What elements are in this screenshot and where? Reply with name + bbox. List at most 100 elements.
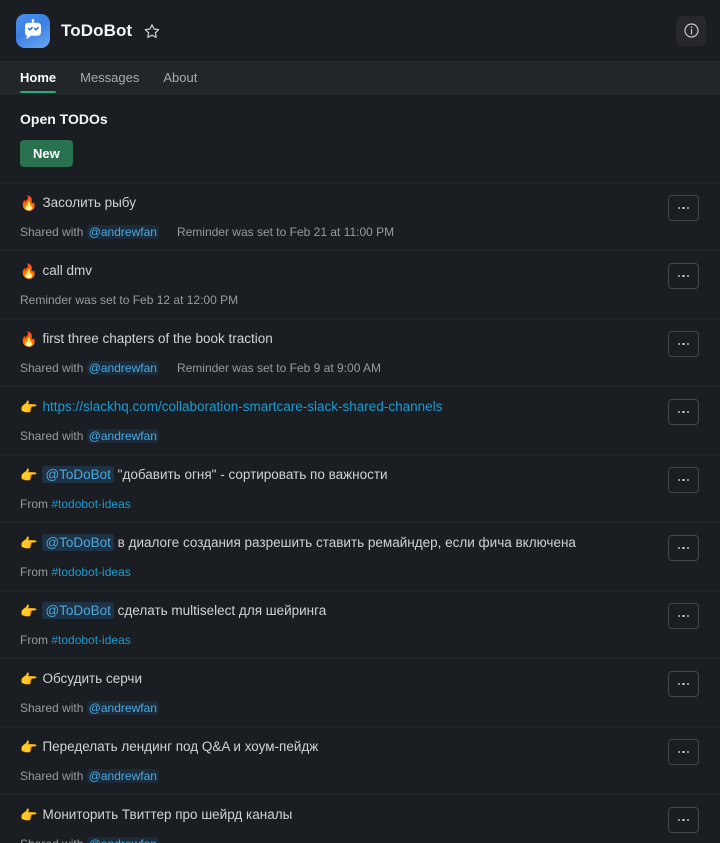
user-mention[interactable]: @andrewfan xyxy=(86,837,159,843)
todo-title-row: 🔥 first three chapters of the book tracti… xyxy=(20,329,658,349)
meta-text: Reminder was set to Feb 9 at 9:00 AM xyxy=(176,361,382,375)
ellipsis-icon[interactable] xyxy=(668,195,699,221)
todo-title: Мониторить Твиттер про шейрд каналы xyxy=(42,807,293,822)
tab-home-label: Home xyxy=(20,70,57,85)
tab-about-label: About xyxy=(163,70,198,85)
pointing-hand-emoji-icon: 👉 xyxy=(20,603,38,619)
ellipsis-icon[interactable] xyxy=(668,807,699,833)
tab-about[interactable]: About xyxy=(151,62,209,93)
user-mention[interactable]: @andrewfan xyxy=(86,429,159,443)
pointing-hand-emoji-icon: 👉 xyxy=(20,739,38,755)
todo-title: Засолить рыбу xyxy=(42,195,136,210)
fire-emoji-icon: 🔥 xyxy=(20,195,38,211)
meta-text: Shared with xyxy=(20,225,87,239)
todo-meta: Shared with @andrewfan xyxy=(20,836,658,843)
pointing-hand-emoji-icon: 👉 xyxy=(20,671,38,687)
bot-mention[interactable]: @ToDoBot xyxy=(42,534,114,551)
ellipsis-icon[interactable] xyxy=(668,399,699,425)
new-button-row: New xyxy=(0,127,720,182)
channel-link[interactable]: #todobot-ideas xyxy=(51,633,130,647)
todo-title-row: 👉 @ToDoBot "добавить огня" - сортировать … xyxy=(20,465,658,485)
todo-meta: Shared with @andrewfan xyxy=(20,428,658,444)
todo-link[interactable]: https://slackhq.com/collaboration-smartc… xyxy=(42,399,442,414)
todo-title: Переделать лендинг под Q&A и хоум-пейдж xyxy=(42,739,319,754)
todo-title: call dmv xyxy=(42,263,92,278)
todo-item[interactable]: 👉 @ToDoBot "добавить огня" - сортировать … xyxy=(0,455,720,523)
todo-title: first three chapters of the book tractio… xyxy=(42,331,273,346)
star-outline-icon[interactable] xyxy=(141,20,163,42)
ellipsis-icon[interactable] xyxy=(668,603,699,629)
meta-text: Shared with xyxy=(20,837,87,843)
todo-title-row: 🔥 call dmv xyxy=(20,261,658,281)
todo-title: в диалоге создания разрешить ставить рем… xyxy=(113,535,576,550)
ellipsis-icon[interactable] xyxy=(668,331,699,357)
user-mention[interactable]: @andrewfan xyxy=(86,701,159,715)
todo-meta: Shared with @andrewfan Reminder was set t… xyxy=(20,360,658,376)
ellipsis-icon[interactable] xyxy=(668,467,699,493)
todo-item[interactable]: 🔥 first three chapters of the book tracti… xyxy=(0,319,720,387)
new-todo-button[interactable]: New xyxy=(20,140,73,167)
ellipsis-icon[interactable] xyxy=(668,263,699,289)
tab-bar: Home Messages About xyxy=(0,62,720,94)
bot-mention[interactable]: @ToDoBot xyxy=(42,602,114,619)
todo-item[interactable]: 👉 Обсудить серчи Shared with @andrewfan xyxy=(0,659,720,727)
app-header: ToDoBot xyxy=(0,0,720,62)
todo-meta: Reminder was set to Feb 12 at 12:00 PM xyxy=(20,292,658,308)
channel-link[interactable]: #todobot-ideas xyxy=(51,497,130,511)
todo-item[interactable]: 👉 @ToDoBot в диалоге создания разрешить с… xyxy=(0,523,720,591)
user-mention[interactable]: @andrewfan xyxy=(86,361,159,375)
ellipsis-icon[interactable] xyxy=(668,739,699,765)
todo-title: Обсудить серчи xyxy=(42,671,142,686)
fire-emoji-icon: 🔥 xyxy=(20,263,38,279)
todo-title: сделать multiselect для шейринга xyxy=(113,603,327,618)
meta-text: Reminder was set to Feb 12 at 12:00 PM xyxy=(20,293,239,307)
channel-link[interactable]: #todobot-ideas xyxy=(51,565,130,579)
page-title: ToDoBot xyxy=(61,20,133,40)
bot-mention[interactable]: @ToDoBot xyxy=(42,466,114,483)
ellipsis-icon[interactable] xyxy=(668,671,699,697)
pointing-hand-emoji-icon: 👉 xyxy=(20,535,38,551)
todo-title-row: 🔥 Засолить рыбу xyxy=(20,193,658,213)
meta-text: From xyxy=(20,497,52,511)
info-circle-icon[interactable] xyxy=(676,15,706,46)
todo-list: 🔥 Засолить рыбу Shared with @andrewfan Remi… xyxy=(0,182,720,843)
user-mention[interactable]: @andrewfan xyxy=(86,769,159,783)
todo-title-row: 👉 @ToDoBot сделать multiselect для шейрин… xyxy=(20,601,658,621)
todo-meta: Shared with @andrewfan xyxy=(20,768,658,784)
robot-face-icon xyxy=(16,13,50,48)
user-mention[interactable]: @andrewfan xyxy=(86,225,159,239)
todo-title-row: 👉 https://slackhq.com/collaboration-smart… xyxy=(20,397,658,417)
todo-title-row: 👉 Переделать лендинг под Q&A и хоум-пейдж xyxy=(20,737,658,757)
meta-text: Shared with xyxy=(20,701,87,715)
todo-item[interactable]: 👉 @ToDoBot сделать multiselect для шейрин… xyxy=(0,591,720,659)
meta-text: Reminder was set to Feb 21 at 11:00 PM xyxy=(176,225,395,239)
todo-meta: Shared with @andrewfan Reminder was set t… xyxy=(20,224,658,240)
todo-title-row: 👉 Обсудить серчи xyxy=(20,669,658,689)
meta-text: From xyxy=(20,633,52,647)
pointing-hand-emoji-icon: 👉 xyxy=(20,399,38,415)
todo-title-row: 👉 @ToDoBot в диалоге создания разрешить с… xyxy=(20,533,658,553)
meta-text: Shared with xyxy=(20,769,87,783)
pointing-hand-emoji-icon: 👉 xyxy=(20,467,38,483)
todo-item[interactable]: 👉 Переделать лендинг под Q&A и хоум-пейдж… xyxy=(0,727,720,795)
todo-meta: From #todobot-ideas xyxy=(20,564,658,580)
section-title: Open TODOs xyxy=(20,111,108,127)
todo-item[interactable]: 🔥 Засолить рыбу Shared with @andrewfan Remi… xyxy=(0,183,720,251)
tab-messages-label: Messages xyxy=(80,70,140,85)
fire-emoji-icon: 🔥 xyxy=(20,331,38,347)
todo-title-row: 👉 Мониторить Твиттер про шейрд каналы xyxy=(20,805,658,825)
meta-text: Shared with xyxy=(20,361,87,375)
pointing-hand-emoji-icon: 👉 xyxy=(20,807,38,823)
meta-text: Shared with xyxy=(20,429,87,443)
todo-title: "добавить огня" - сортировать по важност… xyxy=(113,467,388,482)
ellipsis-icon[interactable] xyxy=(668,535,699,561)
tab-home[interactable]: Home xyxy=(16,62,68,93)
todo-item[interactable]: 👉 https://slackhq.com/collaboration-smart… xyxy=(0,387,720,455)
todo-item[interactable]: 🔥 call dmv Reminder was set to Feb 12 at 1… xyxy=(0,251,720,319)
todo-meta: Shared with @andrewfan xyxy=(20,700,658,716)
todo-item[interactable]: 👉 Мониторить Твиттер про шейрд каналы Shar… xyxy=(0,795,720,843)
tab-messages[interactable]: Messages xyxy=(68,62,151,93)
todo-meta: From #todobot-ideas xyxy=(20,496,658,512)
todo-meta: From #todobot-ideas xyxy=(20,632,658,648)
home-tab-content: Open TODOs New 🔥 Засолить рыбу Shared with… xyxy=(0,94,720,843)
